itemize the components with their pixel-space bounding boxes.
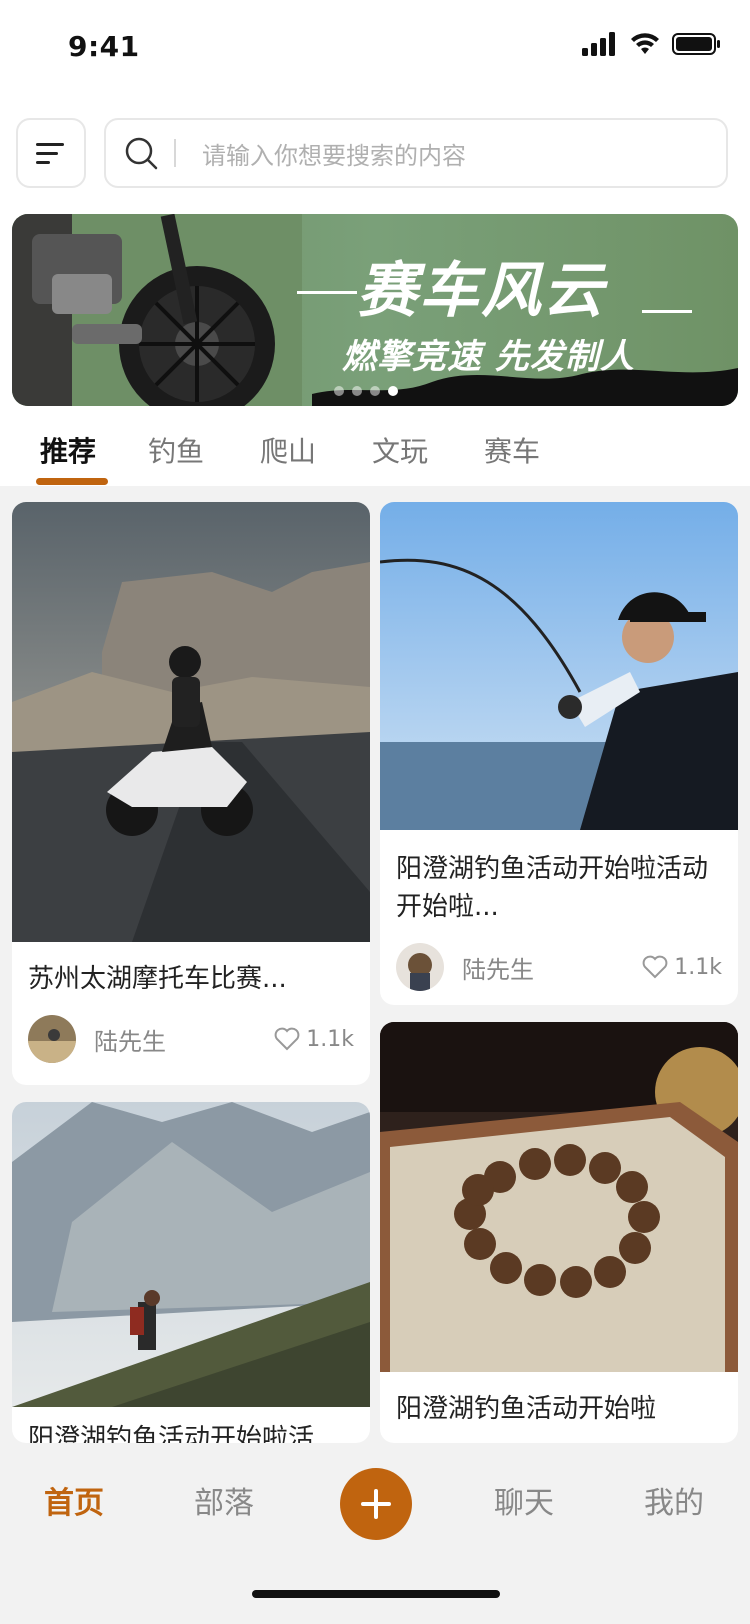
banner-dot[interactable] xyxy=(352,386,362,396)
banner-dot[interactable] xyxy=(370,386,380,396)
like-count: 1.1k xyxy=(306,1026,354,1052)
nav-tribe[interactable]: 部落 xyxy=(194,1478,254,1522)
nav-profile[interactable]: 我的 xyxy=(644,1478,704,1522)
avatar xyxy=(396,943,444,991)
wifi-icon xyxy=(631,33,659,54)
card-image-hiking xyxy=(12,1102,370,1407)
banner-carousel[interactable]: 赛车风云 燃擎竞速 先发制人 xyxy=(12,214,738,406)
search-input[interactable]: 请输入你想要搜索的内容 xyxy=(104,118,728,188)
banner-pagination xyxy=(334,386,398,396)
tab-racing[interactable]: 赛车 xyxy=(484,430,540,470)
feed-card[interactable]: 阳澄湖钓鱼活动开始啦活... xyxy=(12,1102,370,1443)
feed-card[interactable]: 苏州太湖摩托车比赛... 陆先生 1.1k xyxy=(12,502,370,1085)
avatar xyxy=(28,1015,76,1063)
tab-fishing[interactable]: 钓鱼 xyxy=(148,430,204,470)
banner-decor-line xyxy=(642,310,692,313)
banner-motorcycle-image xyxy=(12,214,302,406)
status-icons xyxy=(582,32,722,56)
feed-card[interactable]: 阳澄湖钓鱼活动开始啦活动开始啦... 陆先生 1.1k xyxy=(380,502,738,1005)
search-placeholder: 请输入你想要搜索的内容 xyxy=(202,141,466,170)
like-count: 1.1k xyxy=(674,954,722,980)
tab-hiking[interactable]: 爬山 xyxy=(260,430,316,470)
card-meta: 陆先生 1.1k xyxy=(396,942,722,992)
tab-recommend[interactable]: 推荐 xyxy=(40,430,96,470)
card-title: 苏州太湖摩托车比赛... xyxy=(28,964,287,994)
nav-home[interactable]: 首页 xyxy=(44,1478,104,1522)
battery-icon xyxy=(672,33,720,55)
nav-chat[interactable]: 聊天 xyxy=(494,1478,554,1522)
card-author: 陆先生 xyxy=(94,1027,166,1056)
feed-card[interactable]: 阳澄湖钓鱼活动开始啦 xyxy=(380,1022,738,1443)
tab-active-indicator xyxy=(36,478,108,485)
add-post-button[interactable] xyxy=(340,1468,412,1540)
card-image-motorcycle xyxy=(12,502,370,942)
menu-icon xyxy=(36,143,64,164)
card-image-fishing xyxy=(380,502,738,830)
heart-icon xyxy=(274,1027,300,1051)
heart-icon xyxy=(642,955,668,979)
search-icon xyxy=(125,137,158,170)
category-tabs: 推荐 钓鱼 爬山 文玩 赛车 xyxy=(0,430,750,486)
signal-icon xyxy=(582,32,615,56)
banner-dot-active[interactable] xyxy=(388,386,398,396)
like-button[interactable]: 1.1k xyxy=(274,1027,354,1052)
banner-ink-decoration xyxy=(312,368,738,406)
banner-decor-line xyxy=(297,291,357,294)
card-title: 阳澄湖钓鱼活动开始啦活动开始啦... xyxy=(396,854,709,922)
tab-collectibles[interactable]: 文玩 xyxy=(372,430,428,470)
search-divider xyxy=(174,139,176,167)
home-indicator xyxy=(252,1590,500,1598)
card-image-bead-bracelet xyxy=(380,1022,738,1372)
card-title: 阳澄湖钓鱼活动开始啦活... xyxy=(28,1424,339,1443)
menu-button[interactable] xyxy=(16,118,86,188)
card-title: 阳澄湖钓鱼活动开始啦 xyxy=(396,1394,657,1424)
banner-title: 赛车风云 xyxy=(357,256,605,326)
status-time: 9:41 xyxy=(68,30,140,63)
like-button[interactable]: 1.1k xyxy=(642,955,722,980)
card-author: 陆先生 xyxy=(462,955,534,984)
banner-dot[interactable] xyxy=(334,386,344,396)
card-meta: 陆先生 1.1k xyxy=(28,1014,354,1064)
plus-icon xyxy=(361,1489,391,1519)
